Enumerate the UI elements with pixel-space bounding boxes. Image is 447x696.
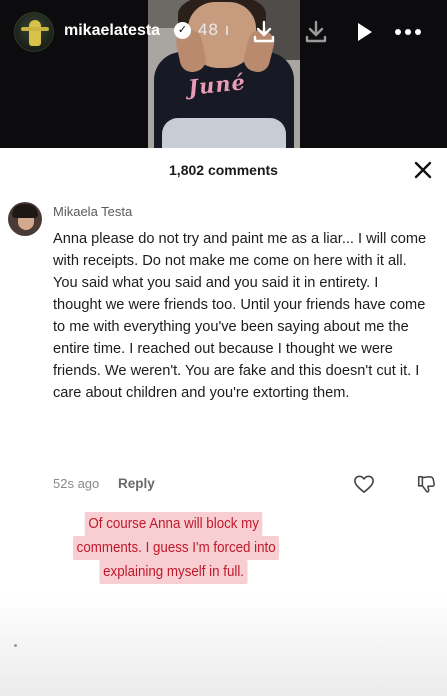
download-icon[interactable] <box>250 18 278 46</box>
avatar-figure-arms <box>21 27 49 31</box>
username[interactable]: mikaelatesta <box>64 22 160 40</box>
heart-icon[interactable] <box>353 474 375 494</box>
thumbs-down-icon[interactable] <box>416 474 436 494</box>
bottom-dot <box>14 644 17 647</box>
comment-author[interactable]: Mikaela Testa <box>53 204 132 219</box>
save-icon[interactable] <box>302 18 330 46</box>
comment-avatar[interactable] <box>8 202 42 236</box>
story-timestamp: 48 ı <box>198 20 231 39</box>
verified-badge-icon: ✓ <box>174 22 191 39</box>
caption-line: comments. I guess I'm forced into <box>72 536 280 560</box>
comment-time: 52s ago <box>53 476 100 491</box>
caption-line: Of course Anna will block my <box>85 512 263 536</box>
bottom-fade <box>0 596 447 696</box>
comment-text: Anna please do not try and paint me as a… <box>53 231 427 401</box>
story-header: Juné mikaelatesta ✓ 48 ı <box>0 0 447 148</box>
caption-line: explaining myself in full. <box>99 560 249 584</box>
person-legs <box>162 118 286 148</box>
comments-count: 1,802 comments <box>169 162 278 178</box>
reply-button[interactable]: Reply <box>118 476 155 491</box>
play-icon[interactable] <box>350 18 378 46</box>
story-caption: Of course Anna will block my comments. I… <box>64 512 284 584</box>
more-icon[interactable] <box>392 18 424 46</box>
avatar-hair <box>12 204 38 218</box>
avatar-figure <box>29 20 41 46</box>
avatar[interactable] <box>14 12 54 52</box>
close-icon[interactable] <box>413 160 433 180</box>
